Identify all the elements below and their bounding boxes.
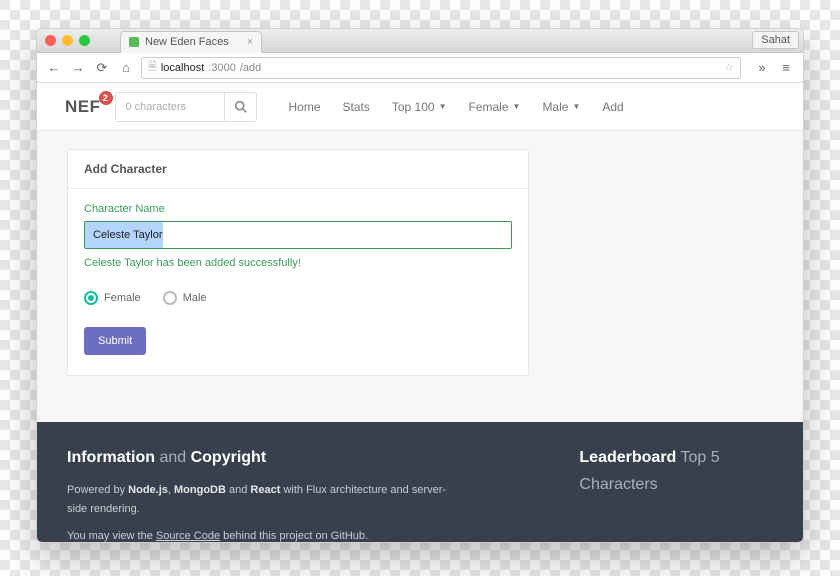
powered-by: Powered by Node.js, MongoDB and React wi… (67, 481, 459, 518)
radio-female[interactable]: Female (84, 291, 141, 305)
nav-male[interactable]: Male ▼ (542, 100, 580, 114)
close-window-icon[interactable] (45, 35, 56, 46)
nav-add[interactable]: Add (602, 100, 623, 114)
extensions-icon[interactable]: » (753, 59, 771, 77)
profile-button[interactable]: Sahat (752, 31, 799, 49)
home-icon[interactable]: ⌂ (117, 59, 135, 77)
leaderboard-heading: Leaderboard Top 5 Characters (579, 444, 773, 498)
maximize-window-icon[interactable] (79, 35, 90, 46)
titlebar: New Eden Faces × Sahat (37, 29, 803, 53)
browser-toolbar: ← → ⟳ ⌂ 🗎 localhost :3000/add ☆ » ≡ (37, 53, 803, 83)
name-label: Character Name (84, 203, 512, 215)
forward-icon[interactable]: → (69, 59, 87, 77)
search-icon (234, 100, 247, 113)
radio-male[interactable]: Male (163, 291, 207, 305)
add-character-panel: Add Character Character Name Celeste Tay… (67, 149, 529, 376)
url-port: :3000 (208, 62, 236, 74)
browser-tab[interactable]: New Eden Faces × (120, 31, 262, 53)
back-icon[interactable]: ← (45, 59, 63, 77)
minimize-window-icon[interactable] (62, 35, 73, 46)
search-button[interactable] (224, 93, 256, 121)
footer: Information and Copyright Powered by Nod… (37, 422, 803, 542)
reload-icon[interactable]: ⟳ (93, 59, 111, 77)
success-message: Celeste Taylor has been added successful… (84, 257, 512, 269)
file-icon: 🗎 (148, 58, 157, 77)
gender-radio-group: Female Male (84, 291, 512, 305)
panel-title: Add Character (68, 150, 528, 189)
brand-logo[interactable]: NEF 2 (65, 97, 101, 117)
radio-icon (84, 291, 98, 305)
nav-stats[interactable]: Stats (343, 100, 370, 114)
radio-icon (163, 291, 177, 305)
search-group (115, 92, 257, 122)
footer-info-col: Information and Copyright Powered by Nod… (67, 444, 459, 542)
notification-badge: 2 (99, 91, 113, 105)
url-path: /add (240, 62, 261, 74)
close-tab-icon[interactable]: × (247, 36, 253, 48)
character-name-input[interactable] (84, 221, 512, 249)
source-code-link[interactable]: Source Code (156, 530, 220, 542)
page-content: NEF 2 Home Stats Top 100 ▼ Female ▼ Male… (37, 83, 803, 542)
bookmark-icon[interactable]: ☆ (724, 61, 734, 74)
menu-icon[interactable]: ≡ (777, 59, 795, 77)
source-line: You may view the Source Code behind this… (67, 527, 459, 542)
nav-top100[interactable]: Top 100 ▼ (392, 100, 447, 114)
nav-links: Home Stats Top 100 ▼ Female ▼ Male ▼ Add (289, 100, 624, 114)
nav-female[interactable]: Female ▼ (469, 100, 521, 114)
chevron-down-icon: ▼ (513, 102, 521, 111)
traffic-lights (45, 35, 90, 46)
chevron-down-icon: ▼ (572, 102, 580, 111)
browser-window: New Eden Faces × Sahat ← → ⟳ ⌂ 🗎 localho… (36, 28, 804, 543)
chevron-down-icon: ▼ (439, 102, 447, 111)
content-area: Add Character Character Name Celeste Tay… (37, 131, 803, 394)
info-heading: Information and Copyright (67, 444, 459, 471)
favicon-icon (129, 37, 139, 47)
nav-home[interactable]: Home (289, 100, 321, 114)
submit-button[interactable]: Submit (84, 327, 146, 355)
footer-leaderboard-col: Leaderboard Top 5 Characters (579, 444, 773, 542)
address-bar[interactable]: 🗎 localhost :3000/add ☆ (141, 57, 741, 79)
search-input[interactable] (116, 93, 224, 121)
url-host: localhost (161, 62, 204, 74)
app-navbar: NEF 2 Home Stats Top 100 ▼ Female ▼ Male… (37, 83, 803, 131)
tab-title: New Eden Faces (145, 36, 229, 48)
